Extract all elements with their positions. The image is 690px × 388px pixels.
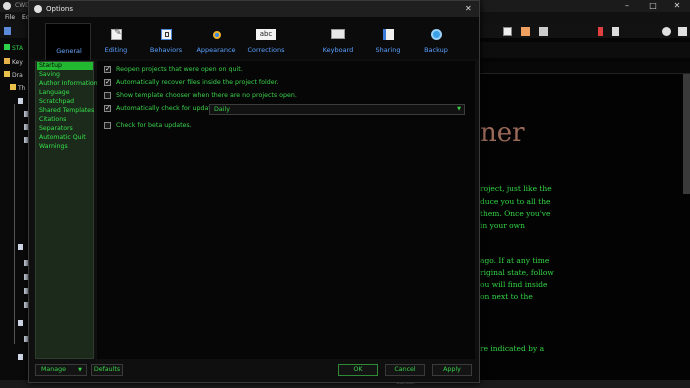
startup-panel: Reopen projects that were open on quit. … — [97, 61, 475, 359]
tab-label: Sharing — [375, 46, 401, 54]
document-line: riginal state, follow — [480, 268, 554, 277]
tab-label: Backup — [424, 46, 448, 54]
option-label: Automatically check for updates: — [116, 105, 221, 112]
tab-label: Behaviors — [149, 46, 183, 54]
options-sidebar: Startup Saving Author Information Langua… — [35, 61, 98, 359]
tab-label: Keyboard — [322, 46, 354, 54]
cancel-button[interactable]: Cancel — [385, 364, 425, 376]
chevron-down-icon: ▼ — [78, 367, 82, 373]
document-icon — [18, 354, 23, 360]
ok-button[interactable]: OK — [338, 364, 378, 376]
binder-item[interactable]: Key — [4, 58, 23, 66]
bookmark-icon[interactable] — [598, 27, 603, 36]
outline-icon[interactable] — [539, 27, 548, 36]
document-icon — [18, 244, 23, 250]
document-line: ou will find inside — [480, 280, 548, 289]
view-icon[interactable] — [4, 27, 11, 35]
maximize-icon[interactable]: □ — [642, 0, 664, 12]
option-label: Show template chooser when there are no … — [116, 92, 297, 99]
document-line: duce you to all the — [480, 197, 551, 206]
close-icon[interactable]: ✕ — [465, 4, 472, 13]
document-line: ago. If at any time — [480, 256, 550, 265]
tab-label: Appearance — [196, 46, 236, 54]
info-icon[interactable] — [662, 27, 671, 36]
sidebar-item-author-information[interactable]: Author Information — [37, 80, 98, 88]
settings-icon[interactable] — [678, 27, 687, 36]
defaults-button[interactable]: Defaults — [91, 364, 123, 376]
dialog-titlebar: Options ✕ — [29, 1, 479, 17]
document-icon — [18, 98, 23, 104]
option-label: Automatically recover files inside the p… — [116, 79, 279, 86]
apply-button[interactable]: Apply — [432, 364, 472, 376]
tab-general[interactable]: General — [45, 23, 91, 60]
sidebar-item-shared-templates[interactable]: Shared Templates — [37, 107, 94, 115]
sidebar-item-startup[interactable]: Startup — [37, 62, 93, 70]
keyboard-icon — [331, 29, 345, 39]
select-value: Daily — [214, 106, 230, 113]
sidebar-item-saving[interactable]: Saving — [37, 71, 93, 79]
tab-corrections[interactable]: abc Corrections — [243, 23, 289, 59]
option-label: Check for beta updates. — [116, 122, 192, 129]
corrections-icon: abc — [256, 29, 276, 40]
tab-editing[interactable]: ✎ Editing — [93, 23, 139, 59]
tab-label: Editing — [104, 46, 128, 54]
checkbox[interactable] — [104, 78, 111, 86]
tab-label: General — [56, 47, 82, 55]
option-label: Reopen projects that were open on quit. — [116, 66, 243, 73]
tab-behaviors[interactable]: Behaviors — [143, 23, 189, 59]
chevron-down-icon: ▼ — [457, 106, 461, 112]
manage-button[interactable]: Manage ▼ — [35, 364, 87, 376]
update-frequency-select[interactable]: Daily ▼ — [209, 104, 465, 115]
binder-item[interactable]: STA — [4, 44, 23, 52]
behaviors-icon — [161, 29, 172, 40]
backup-icon — [431, 29, 442, 40]
layout-icon[interactable] — [503, 27, 512, 36]
tree-line — [14, 104, 15, 344]
editing-icon: ✎ — [111, 28, 122, 40]
app-logo-icon — [34, 5, 42, 13]
sharing-icon — [383, 29, 394, 40]
options-dialog: Options ✕ General ✎ Editing Behaviors Ap… — [28, 0, 480, 383]
options-tabbar: General ✎ Editing Behaviors Appearance a… — [29, 17, 479, 60]
appearance-icon — [213, 31, 221, 39]
app-close-icon[interactable]: ✕ — [666, 0, 688, 12]
document-line: them. Once you've — [480, 209, 551, 218]
sidebar-item-separators[interactable]: Separators — [37, 125, 93, 133]
tab-label: Corrections — [247, 46, 285, 54]
sidebar-item-citations[interactable]: Citations — [37, 116, 93, 124]
sidebar-item-scratchpad[interactable]: Scratchpad — [37, 98, 93, 106]
tab-keyboard[interactable]: Keyboard — [315, 23, 361, 59]
tab-appearance[interactable]: Appearance — [193, 23, 239, 59]
general-icon — [64, 30, 75, 41]
sidebar-item-automatic-quit[interactable]: Automatic Quit — [37, 134, 93, 142]
tab-sharing[interactable]: Sharing — [365, 23, 411, 59]
checkbox[interactable] — [104, 104, 111, 112]
tab-backup[interactable]: Backup — [413, 23, 459, 59]
sidebar-item-warnings[interactable]: Warnings — [37, 143, 93, 151]
manage-label: Manage — [41, 366, 67, 373]
document-heading-fragment: ner — [480, 118, 525, 148]
sidebar-item-language[interactable]: Language — [37, 89, 93, 97]
format-bar — [480, 42, 690, 58]
checkbox[interactable] — [104, 122, 111, 129]
document-header — [480, 62, 690, 74]
menu-file[interactable]: File — [5, 14, 15, 21]
scrollbar[interactable] — [683, 74, 690, 194]
document-line: on next to the — [480, 292, 533, 301]
tag-icon[interactable] — [612, 27, 619, 36]
document-icon — [18, 320, 23, 326]
app-logo-icon — [3, 2, 11, 10]
binder-item[interactable]: Dra — [4, 71, 23, 79]
document-line: roject, just like the — [480, 184, 552, 193]
corkboard-icon[interactable] — [521, 27, 530, 36]
binder-item[interactable]: Th — [10, 84, 25, 92]
checkbox[interactable] — [104, 65, 111, 73]
checkbox[interactable] — [104, 92, 111, 99]
dialog-title: Options — [46, 5, 74, 13]
document-line: re indicated by a — [480, 344, 545, 353]
document-line: in your own — [480, 221, 525, 230]
minimize-icon[interactable]: – — [616, 0, 638, 12]
